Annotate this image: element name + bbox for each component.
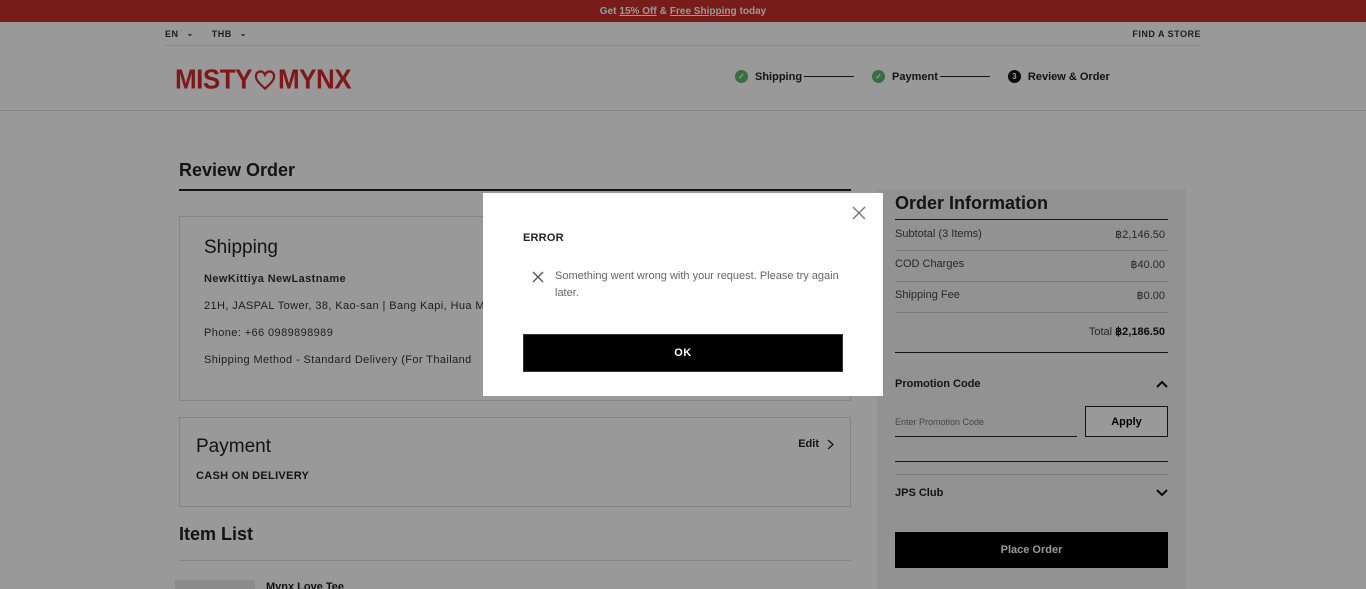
error-x-icon [532, 271, 544, 283]
close-icon[interactable] [851, 205, 867, 221]
error-dialog: ERROR Something went wrong with your req… [483, 193, 883, 396]
error-message: Something went wrong with your request. … [555, 270, 839, 299]
error-title: ERROR [523, 232, 564, 244]
ok-button[interactable]: OK [523, 334, 843, 372]
